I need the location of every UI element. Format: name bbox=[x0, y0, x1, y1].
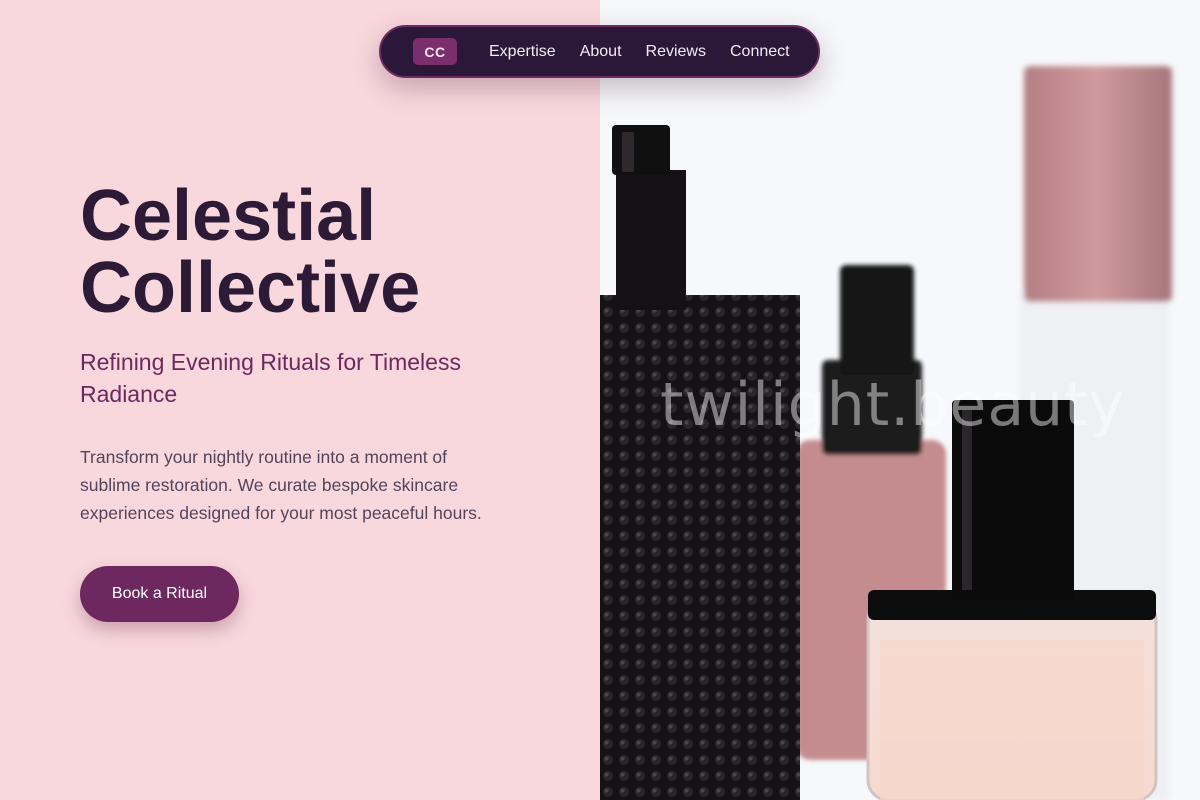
book-ritual-button[interactable]: Book a Ritual bbox=[80, 566, 239, 622]
nav-link-reviews[interactable]: Reviews bbox=[646, 43, 706, 61]
nav-link-expertise[interactable]: Expertise bbox=[489, 43, 556, 61]
watermark-text: twilight.beauty bbox=[660, 370, 1126, 440]
hero-description: Transform your nightly routine into a mo… bbox=[80, 447, 482, 523]
hero-title-line2: Collective bbox=[80, 248, 421, 328]
hero-title: Celestial Collective bbox=[80, 180, 560, 324]
top-navigation: CC Expertise About Reviews Connect bbox=[379, 25, 820, 78]
logo-badge[interactable]: CC bbox=[413, 38, 457, 65]
nav-link-about[interactable]: About bbox=[580, 43, 622, 61]
hero-subtitle: Refining Evening Rituals for Timeless Ra… bbox=[80, 349, 461, 407]
hero-title-line1: Celestial bbox=[80, 176, 377, 256]
nav-link-connect[interactable]: Connect bbox=[730, 43, 790, 61]
